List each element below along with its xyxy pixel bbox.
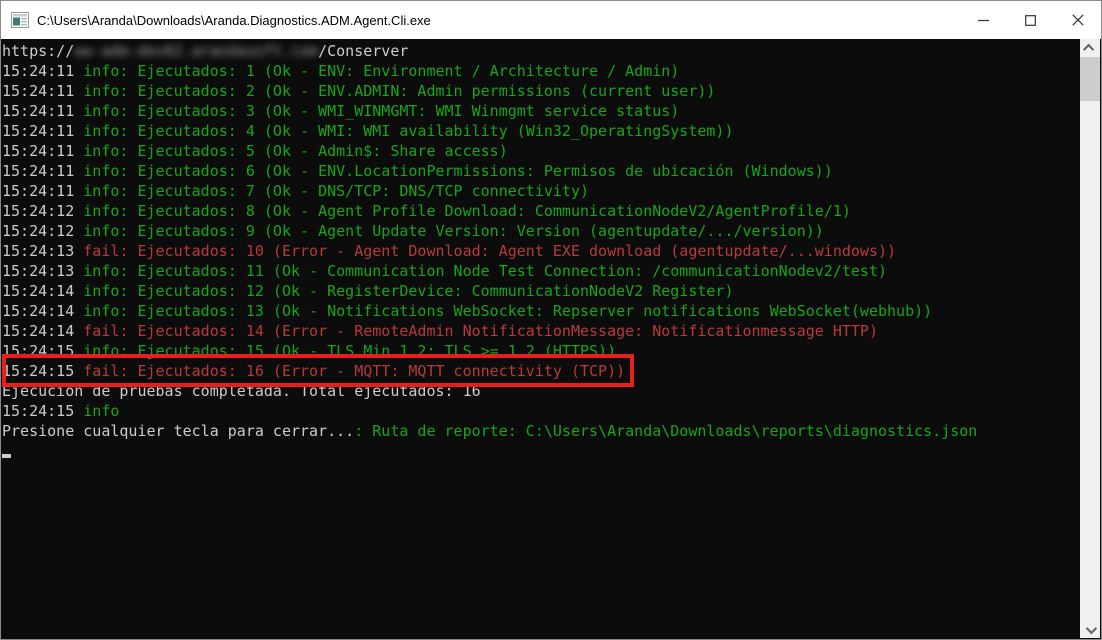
console-line: 15:24:15 info	[2, 401, 1079, 421]
console-line: 15:24:14 fail: Ejecutados: 14 (Error - R…	[2, 321, 1079, 341]
console-line: 15:24:14 info: Ejecutados: 12 (Ok - Regi…	[2, 281, 1079, 301]
console-text-segment: info: Ejecutados: 7 (Ok - DNS/TCP: DNS/T…	[83, 182, 590, 200]
chevron-down-icon	[1085, 622, 1098, 634]
console-text-segment: 15:24:13	[2, 262, 84, 280]
minimize-button[interactable]	[960, 1, 1007, 39]
minimize-icon	[978, 19, 989, 21]
console-text-segment: 15:24:13	[2, 242, 84, 260]
console-text-segment: : Ruta de reporte: C:\Users\Aranda\Downl…	[354, 422, 978, 440]
scroll-up-arrow[interactable]	[1080, 39, 1100, 56]
console-line: 15:24:15 info: Ejecutados: 15 (Ok - TLS …	[2, 341, 1079, 361]
console-text-segment: 15:24:11	[2, 162, 84, 180]
console-line: 15:24:13 info: Ejecutados: 11 (Ok - Comm…	[2, 261, 1079, 281]
chevron-up-icon	[1082, 43, 1095, 55]
console-text-segment: info: Ejecutados: 8 (Ok - Agent Profile …	[83, 202, 851, 220]
console-text-segment: 15:24:14	[2, 322, 84, 340]
console-text-segment: 15:24:11	[2, 142, 84, 160]
console-text-segment: ww-adm-dev02.arandasoft.com	[74, 42, 319, 60]
console-line: 15:24:15 fail: Ejecutados: 16 (Error - M…	[2, 354, 1079, 387]
console-text-segment: info: Ejecutados: 5 (Ok - Admin$: Share …	[83, 142, 508, 160]
console-app-icon	[11, 12, 29, 28]
console-text-segment: Ejecución de pruebas completada. Total e…	[2, 382, 481, 400]
window-title: C:\Users\Aranda\Downloads\Aranda.Diagnos…	[37, 12, 431, 28]
console-text-segment: 15:24:11	[2, 62, 84, 80]
console-line: 15:24:11 info: Ejecutados: 4 (Ok - WMI: …	[2, 121, 1079, 141]
console-line: 15:24:11 info: Ejecutados: 5 (Ok - Admin…	[2, 141, 1079, 161]
console-text-segment: info: Ejecutados: 11 (Ok - Communication…	[83, 262, 888, 280]
console-text-segment: Presione cualquier tecla para cerrar...	[2, 422, 355, 440]
console-text-segment: 15:24:15	[2, 342, 84, 360]
console-line: 15:24:12 info: Ejecutados: 9 (Ok - Agent…	[2, 221, 1079, 241]
console-text-segment: 15:24:14	[2, 282, 84, 300]
console-text-segment: 15:24:11	[2, 182, 84, 200]
vertical-scrollbar[interactable]	[1080, 39, 1100, 638]
console-text-segment: 15:24:12	[2, 202, 84, 220]
title-bar[interactable]: C:\Users\Aranda\Downloads\Aranda.Diagnos…	[1, 1, 1101, 39]
console-text-segment: 15:24:15	[2, 362, 84, 380]
console-output: https://ww-adm-dev02.arandasoft.com/Cons…	[2, 39, 1079, 638]
console-text-segment: info: Ejecutados: 15 (Ok - TLS Min 1.2: …	[83, 342, 617, 360]
console-text-segment: fail: Ejecutados: 16 (Error - MQTT: MQTT…	[83, 362, 626, 380]
console-text-segment: 15:24:11	[2, 102, 84, 120]
console-cursor	[2, 454, 11, 458]
console-line: 15:24:11 info: Ejecutados: 3 (Ok - WMI_W…	[2, 101, 1079, 121]
console-line: https://ww-adm-dev02.arandasoft.com/Cons…	[2, 41, 1079, 61]
console-text-segment: 15:24:15	[2, 402, 84, 420]
console-text-segment: info: Ejecutados: 2 (Ok - ENV.ADMIN: Adm…	[83, 82, 716, 100]
console-line: 15:24:14 info: Ejecutados: 13 (Ok - Noti…	[2, 301, 1079, 321]
maximize-button[interactable]	[1007, 1, 1054, 39]
console-text-segment: https://	[2, 42, 75, 60]
console-text-segment: info: Ejecutados: 1 (Ok - ENV: Environme…	[83, 62, 680, 80]
console-text-segment: info: Ejecutados: 13 (Ok - Notifications…	[83, 302, 933, 320]
console-text-segment: info: Ejecutados: 12 (Ok - RegisterDevic…	[83, 282, 734, 300]
scroll-down-arrow[interactable]	[1080, 621, 1100, 638]
console-text-segment: info: Ejecutados: 6 (Ok - ENV.LocationPe…	[83, 162, 833, 180]
maximize-icon	[1025, 14, 1036, 26]
console-window: C:\Users\Aranda\Downloads\Aranda.Diagnos…	[0, 0, 1102, 640]
console-line: 15:24:12 info: Ejecutados: 8 (Ok - Agent…	[2, 201, 1079, 221]
console-text-segment: /Conserver	[318, 42, 409, 60]
console-text-segment: fail: Ejecutados: 10 (Error - Agent Down…	[83, 242, 897, 260]
console-text-segment: info: Ejecutados: 9 (Ok - Agent Update V…	[83, 222, 824, 240]
console-line: 15:24:11 info: Ejecutados: 6 (Ok - ENV.L…	[2, 161, 1079, 181]
console-text-segment: 15:24:11	[2, 82, 84, 100]
console-text-segment: 15:24:11	[2, 122, 84, 140]
console-line: 15:24:13 fail: Ejecutados: 10 (Error - A…	[2, 241, 1079, 261]
console-text-segment: 15:24:14	[2, 302, 84, 320]
close-button[interactable]	[1054, 1, 1101, 39]
console-line: 15:24:11 info: Ejecutados: 7 (Ok - DNS/T…	[2, 181, 1079, 201]
console-line	[2, 454, 1079, 474]
console-text-segment: info: Ejecutados: 3 (Ok - WMI_WINMGMT: W…	[83, 102, 680, 120]
console-line: 15:24:11 info: Ejecutados: 1 (Ok - ENV: …	[2, 61, 1079, 81]
console-line: Presione cualquier tecla para cerrar...:…	[2, 421, 1079, 441]
console-text-segment: info: Ejecutados: 4 (Ok - WMI: WMI avail…	[83, 122, 734, 140]
console-text-segment: fail: Ejecutados: 14 (Error - RemoteAdmi…	[83, 322, 878, 340]
console-text-segment: info	[83, 402, 120, 420]
console-text-segment: 15:24:12	[2, 222, 84, 240]
console-line: 15:24:11 info: Ejecutados: 2 (Ok - ENV.A…	[2, 81, 1079, 101]
window-controls	[960, 1, 1101, 39]
scrollbar-thumb[interactable]	[1080, 57, 1100, 101]
console-line: Ejecución de pruebas completada. Total e…	[2, 381, 1079, 401]
close-icon	[1071, 14, 1084, 26]
